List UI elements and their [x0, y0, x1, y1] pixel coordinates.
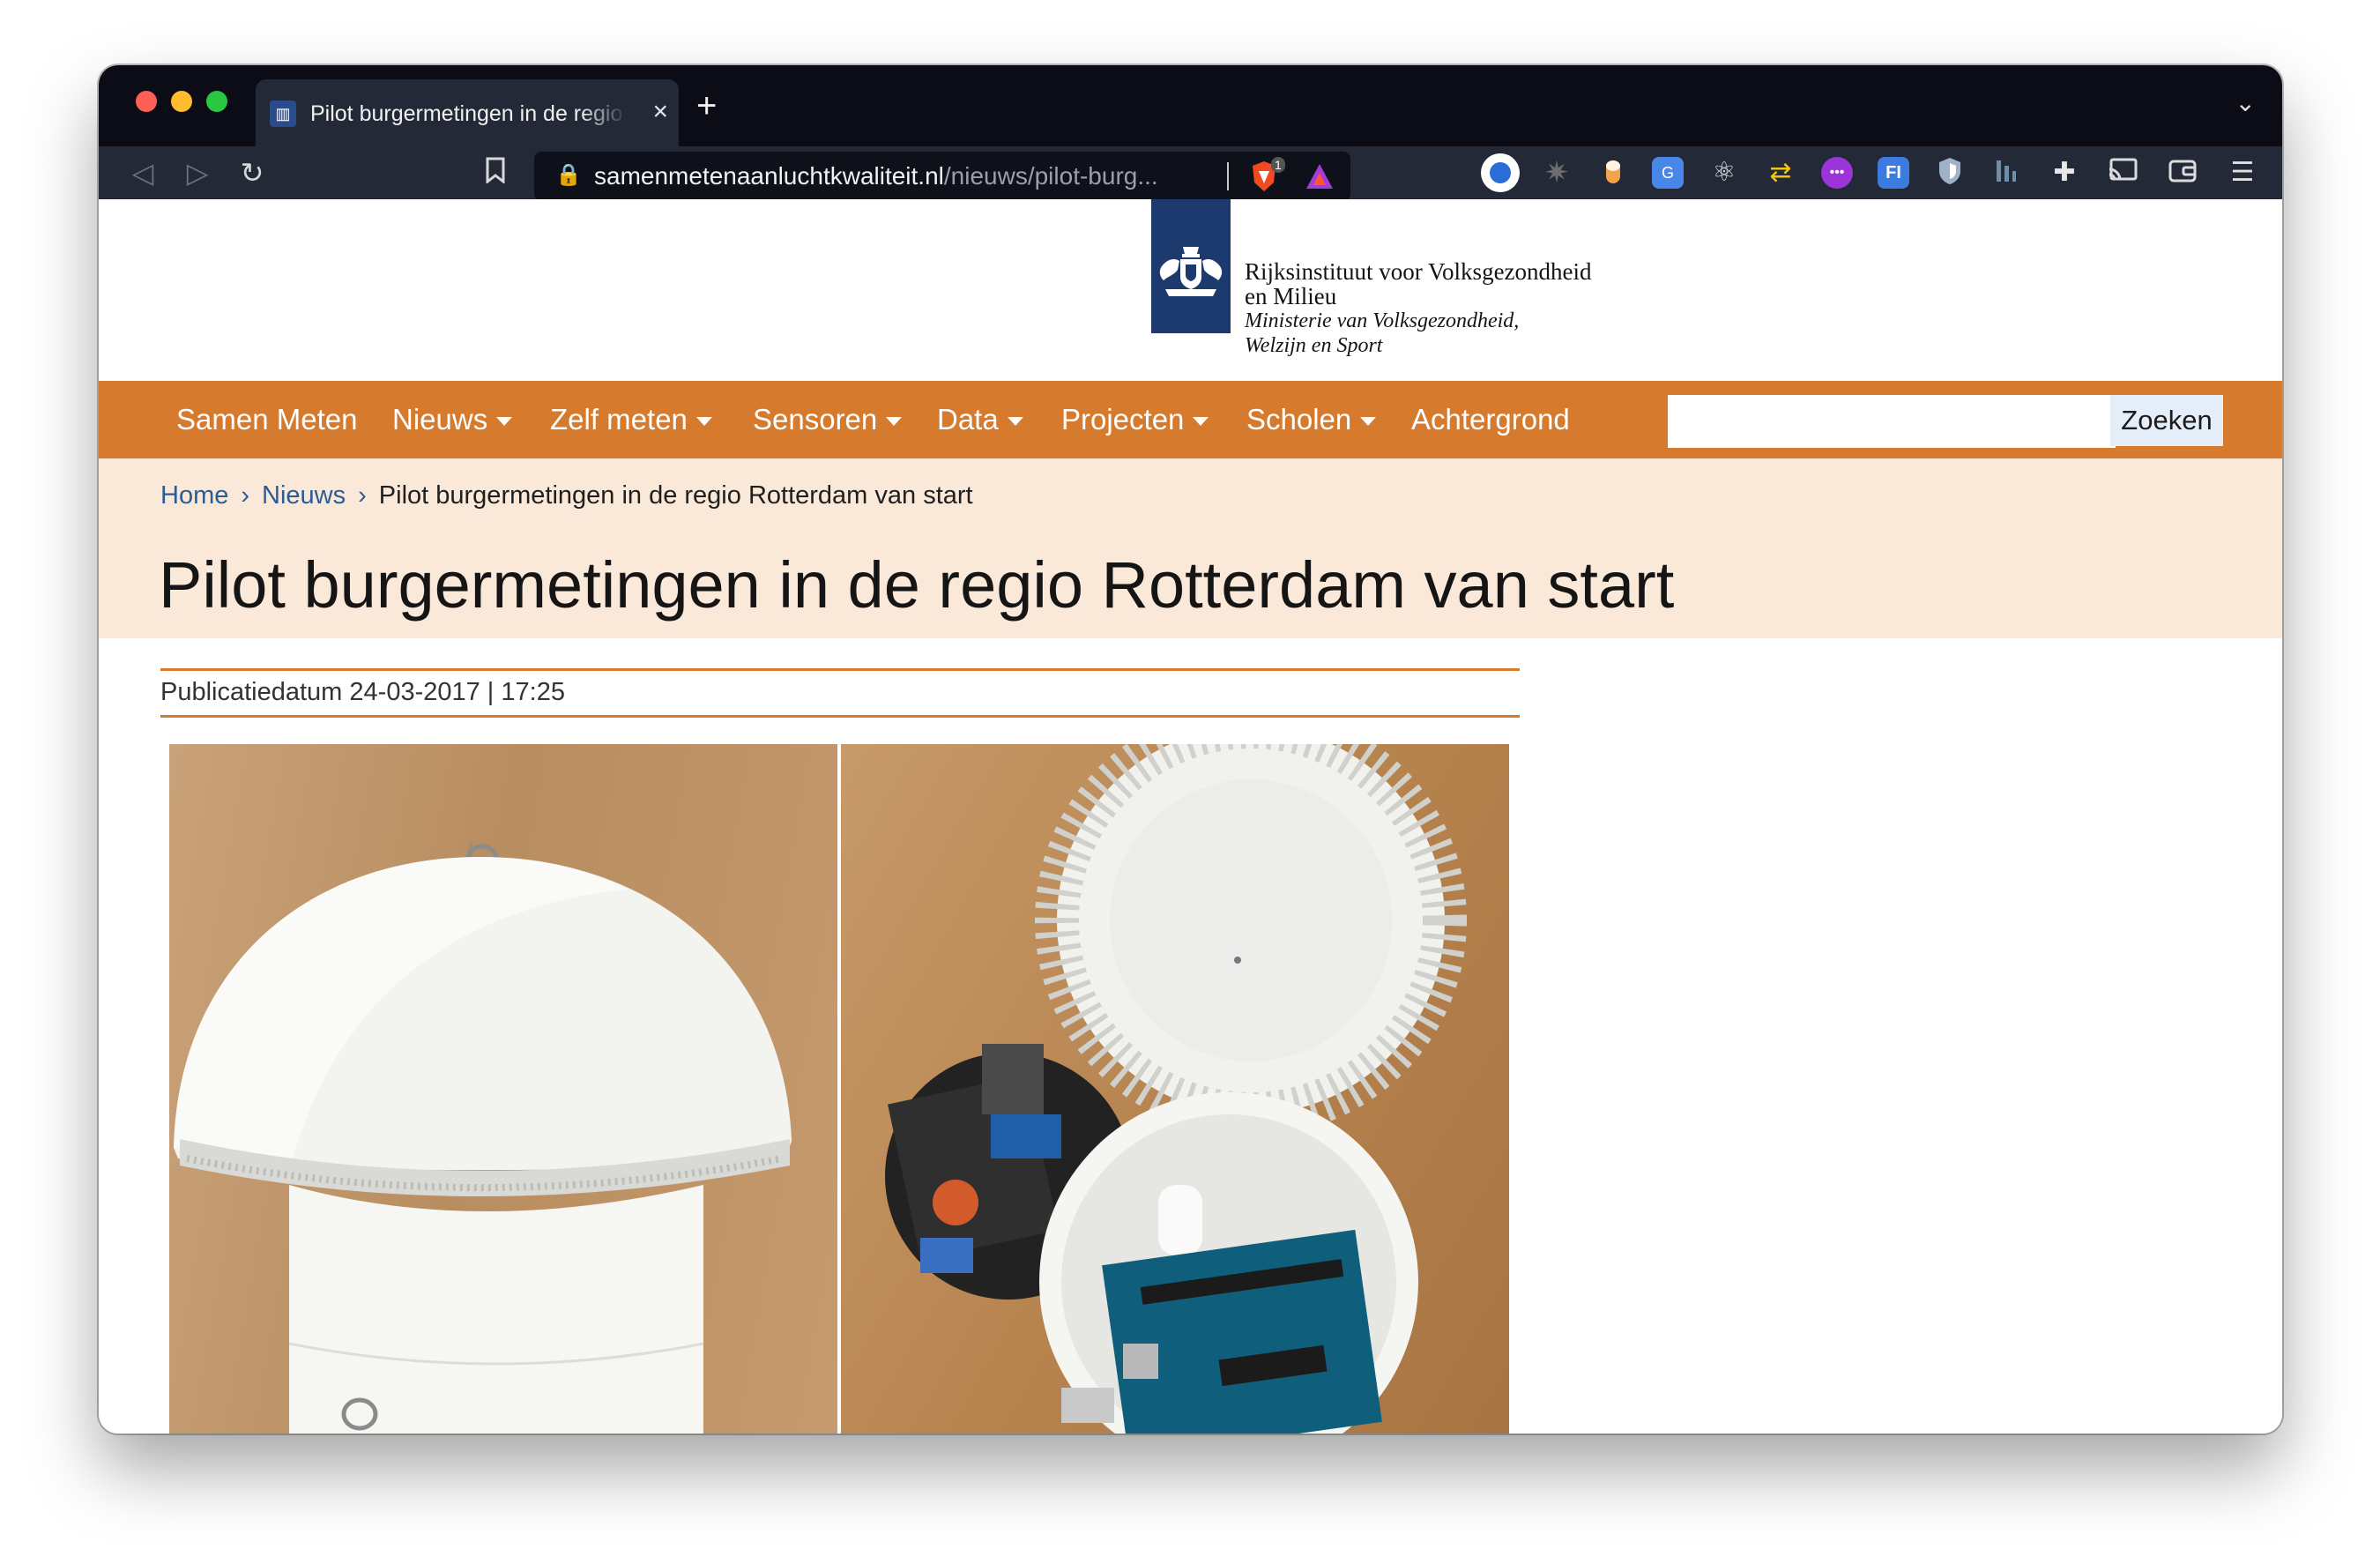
active-tab[interactable]: ▥ Pilot burgermetingen in de regio Rotte… — [256, 79, 679, 146]
reload-icon[interactable]: ↻ — [234, 157, 270, 189]
breadcrumb-separator: › — [358, 481, 367, 510]
address-bar[interactable]: 🔒 samenmetenaanluchtkwaliteit.nl/nieuws/… — [534, 152, 1350, 201]
forward-icon[interactable]: ▷ — [180, 157, 215, 189]
shield-count-badge: 1 — [1271, 157, 1285, 173]
tab-strip: ▥ Pilot burgermetingen in de regio Rotte… — [99, 65, 2282, 146]
ext-bars-icon[interactable] — [1990, 157, 2022, 189]
nav-zelf-meten[interactable]: Zelf meten — [550, 400, 712, 439]
tab-search-chevron-icon[interactable]: ⌄ — [2235, 88, 2256, 117]
bookmark-icon[interactable] — [478, 157, 513, 190]
caret-down-icon — [886, 417, 903, 427]
nav-nieuws[interactable]: Nieuws — [392, 400, 513, 439]
rijksoverheid-logo[interactable] — [1151, 199, 1231, 333]
coat-of-arms-icon — [1159, 247, 1223, 296]
ext-sync-icon[interactable]: ⇄ — [1765, 157, 1796, 189]
brave-rewards-icon[interactable] — [1305, 162, 1335, 190]
maximize-window-button[interactable] — [206, 91, 227, 112]
nav-data[interactable]: Data — [937, 400, 1023, 439]
puzzle-icon[interactable]: ✚ — [2049, 157, 2080, 189]
caret-down-icon — [1360, 417, 1377, 427]
page-title: Pilot burgermetingen in de regio Rotterd… — [159, 548, 1675, 622]
ext-capsule-icon[interactable] — [1597, 159, 1629, 190]
ext-gear-icon[interactable]: ✷ — [1541, 157, 1573, 189]
ext-react-icon[interactable]: ⚛ — [1708, 157, 1740, 189]
org-name-line2: en Milieu — [1245, 283, 1337, 309]
ext-fi-icon[interactable]: FI — [1878, 157, 1909, 189]
search-input[interactable] — [1668, 395, 2116, 448]
caret-down-icon — [1193, 417, 1209, 427]
back-icon[interactable]: ◁ — [125, 157, 160, 189]
nav-achtergrond[interactable]: Achtergrond — [1411, 400, 1570, 439]
rivm-favicon-icon: ▥ — [270, 101, 296, 127]
new-tab-button[interactable]: + — [696, 88, 717, 123]
nav-samen-meten[interactable]: Samen Meten — [176, 400, 357, 439]
caret-down-icon — [496, 417, 513, 427]
brave-shield-icon[interactable]: 1 — [1250, 157, 1285, 192]
ministry-name-line2: Welzijn en Sport — [1245, 334, 1383, 357]
minimize-window-button[interactable] — [171, 91, 192, 112]
caret-down-icon — [695, 417, 712, 427]
url-text[interactable]: samenmetenaanluchtkwaliteit.nl/nieuws/pi… — [594, 162, 1158, 190]
breadcrumb-separator: › — [241, 481, 250, 510]
lock-icon: 🔒 — [555, 163, 582, 187]
caret-down-icon — [1007, 417, 1023, 427]
web-page: Rijksinstituut voor Volksgezondheid en M… — [99, 199, 2282, 1434]
wallet-icon[interactable] — [2167, 157, 2198, 189]
org-name-line1: Rijksinstituut voor Volksgezondheid — [1245, 258, 1592, 285]
breadcrumb-nieuws[interactable]: Nieuws — [262, 481, 346, 510]
browser-toolbar: ◁ ▷ ↻ 🔒 samenmetenaanluchtkwaliteit.nl/n… — [99, 146, 2282, 201]
main-navigation: Samen Meten Nieuws Zelf meten Sensoren D… — [99, 381, 2282, 458]
ext-purple-icon[interactable]: ••• — [1821, 157, 1853, 189]
photo-sensor-electronics — [841, 744, 1509, 1434]
menu-icon[interactable]: ☰ — [2227, 157, 2258, 189]
search-button[interactable]: Zoeken — [2110, 395, 2223, 446]
publication-date: Publicatiedatum 24-03-2017 | 17:25 — [160, 678, 565, 706]
ext-translate-icon[interactable]: G — [1652, 157, 1684, 189]
tab-title: Pilot burgermetingen in de regio Rotterd… — [310, 101, 628, 126]
nav-sensoren[interactable]: Sensoren — [753, 400, 903, 439]
nav-scholen[interactable]: Scholen — [1246, 400, 1377, 439]
breadcrumb-current: Pilot burgermetingen in de regio Rotterd… — [378, 481, 973, 510]
ministry-logotype: Rijksinstituut voor Volksgezondheid en M… — [1245, 259, 1592, 358]
breadcrumb: Home › Nieuws › Pilot burgermetingen in de r… — [160, 478, 973, 513]
breadcrumb-home[interactable]: Home — [160, 481, 228, 510]
publication-date-row: Publicatiedatum 24-03-2017 | 17:25 — [160, 668, 1520, 718]
close-tab-icon[interactable]: × — [652, 95, 668, 129]
nav-projecten[interactable]: Projecten — [1061, 400, 1209, 439]
page-header-band: Home › Nieuws › Pilot burgermetingen in de r… — [99, 458, 2282, 638]
ministry-name-line1: Ministerie van Volksgezondheid, — [1245, 309, 1520, 332]
cast-icon[interactable] — [2107, 157, 2138, 189]
ext-circle-icon[interactable] — [1481, 153, 1520, 192]
url-separator — [1227, 162, 1229, 190]
ext-shield-icon[interactable] — [1934, 157, 1966, 189]
close-window-button[interactable] — [136, 91, 157, 112]
browser-window: ▥ Pilot burgermetingen in de regio Rotte… — [99, 65, 2282, 1434]
photo-sensor-housing — [169, 744, 837, 1434]
